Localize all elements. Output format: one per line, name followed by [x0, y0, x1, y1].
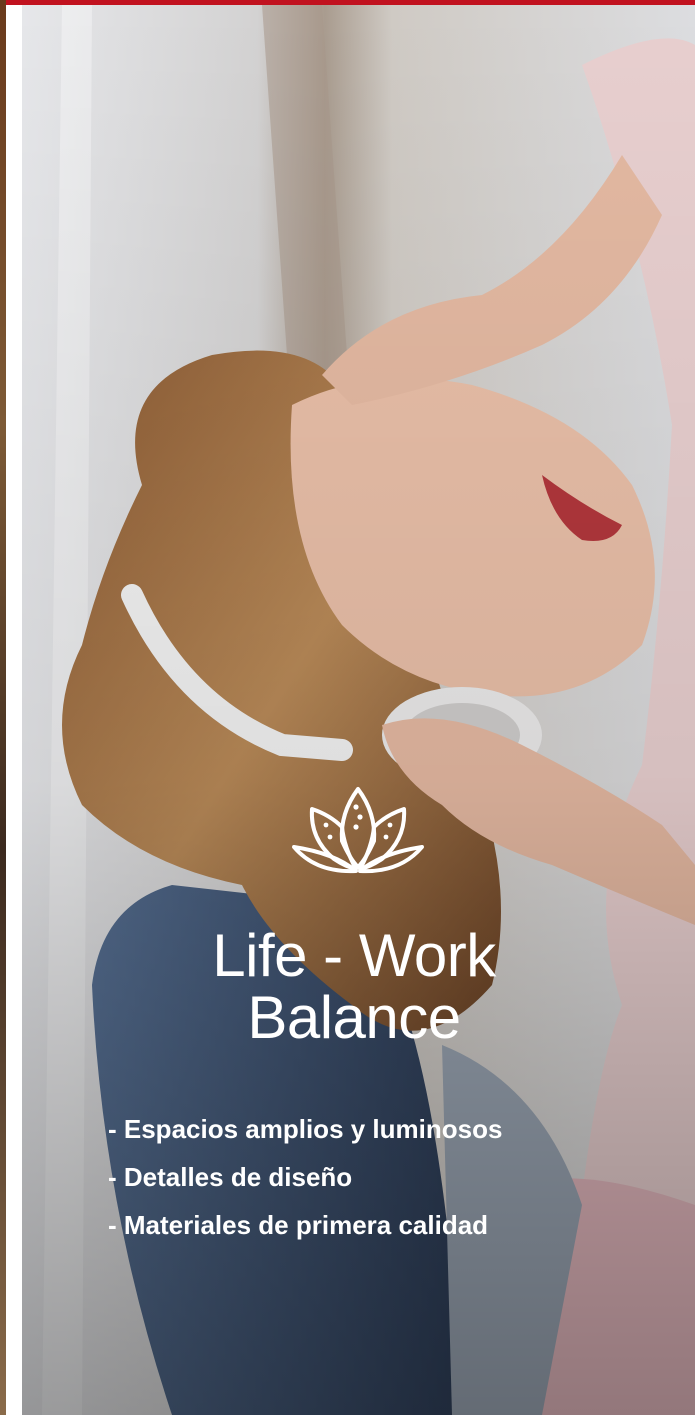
hero-title-line-1: Life - Work — [212, 922, 496, 989]
hero-overlay: Life - Work Balance - Espacios amplios y… — [22, 5, 695, 1415]
feature-item: - Espacios amplios y luminosos — [108, 1114, 503, 1144]
feature-list: - Espacios amplios y luminosos - Detalle… — [108, 1105, 502, 1249]
hero-title: Life - Work Balance — [142, 925, 566, 1049]
feature-item: - Materiales de primera calidad — [108, 1210, 489, 1240]
left-white-margin — [6, 5, 22, 1415]
feature-item: - Detalles de diseño — [108, 1162, 353, 1192]
hero-title-line-2: Balance — [247, 984, 461, 1051]
lotus-icon — [290, 783, 426, 879]
